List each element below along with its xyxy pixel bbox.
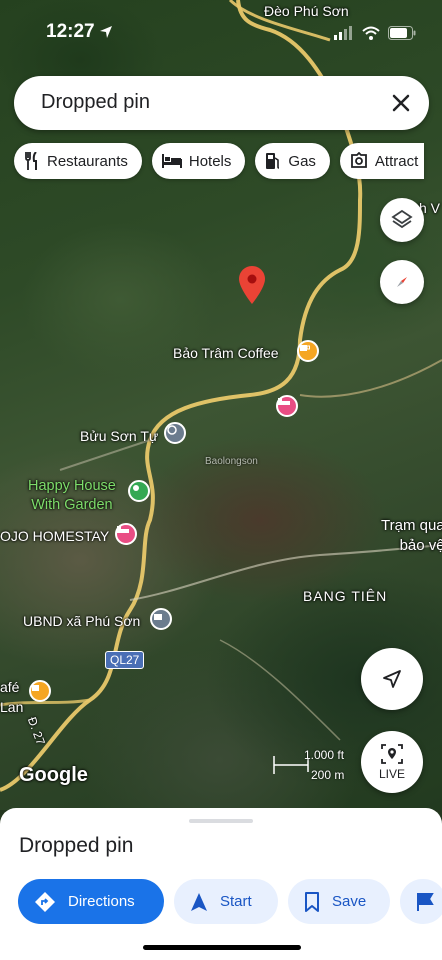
bottom-sheet[interactable]: Dropped pin Directions Start Save <box>0 808 442 960</box>
battery-icon <box>388 26 416 40</box>
flag-icon <box>417 892 434 911</box>
map-label-happy-house[interactable]: Happy House With Garden <box>28 477 116 515</box>
directions-button[interactable]: Directions <box>18 879 164 924</box>
map-label-watermark: Baolongson <box>205 456 258 467</box>
close-icon[interactable] <box>387 89 415 117</box>
wifi-icon <box>362 26 380 40</box>
map-label-cafe-lan[interactable]: afé Lan <box>0 677 23 717</box>
category-chips: Restaurants Hotels Gas Attract <box>14 143 425 179</box>
signal-icon <box>334 26 352 40</box>
chip-attractions[interactable]: Attract <box>339 143 425 179</box>
home-indicator[interactable] <box>143 945 301 950</box>
save-button[interactable]: Save <box>288 879 390 924</box>
cafe-poi-icon[interactable] <box>29 680 51 702</box>
start-label: Start <box>220 893 252 910</box>
hotel-poi-icon[interactable] <box>276 395 298 417</box>
map-label-bang-tien[interactable]: BANG TIÊN <box>303 588 387 604</box>
chip-label: Restaurants <box>47 152 128 170</box>
directions-label: Directions <box>68 893 135 910</box>
camera-icon <box>351 152 367 168</box>
my-location-button[interactable] <box>361 648 423 710</box>
google-logo: Google <box>19 764 88 786</box>
chip-hotels[interactable]: Hotels <box>151 143 246 179</box>
temple-poi-icon[interactable] <box>164 422 186 444</box>
chip-label: Attract <box>374 152 419 170</box>
layers-button[interactable] <box>380 198 424 242</box>
navigation-arrow-icon <box>383 670 401 688</box>
gas-pump-icon <box>266 153 280 169</box>
compass-button[interactable] <box>380 260 424 304</box>
scale-bar: 1.000 ft 200 m <box>272 748 354 782</box>
fork-knife-icon <box>25 152 37 170</box>
chip-label: Gas <box>288 152 316 170</box>
start-button[interactable]: Start <box>174 879 278 924</box>
scale-ft: 1.000 ft <box>304 748 345 762</box>
chip-restaurants[interactable]: Restaurants <box>14 143 142 179</box>
layers-icon <box>391 209 413 229</box>
live-view-button[interactable]: LIVE <box>361 731 423 793</box>
map-label-ubnd[interactable]: UBND xã Phú Sơn <box>23 613 140 629</box>
bookmark-icon <box>305 891 319 912</box>
scale-m: 200 m <box>311 768 345 782</box>
directions-icon <box>35 891 55 912</box>
location-arrow-icon <box>100 26 112 38</box>
search-text[interactable]: Dropped pin <box>41 91 150 114</box>
map-label-bao-tram-coffee[interactable]: Bảo Trâm Coffee <box>173 345 279 361</box>
chip-gas[interactable]: Gas <box>255 143 330 179</box>
garden-poi-icon[interactable] <box>128 480 150 502</box>
chip-label: Hotels <box>188 152 232 170</box>
save-label: Save <box>332 893 367 910</box>
flag-button[interactable] <box>400 879 442 924</box>
map-label-ojo-homestay[interactable]: OJO HOMESTAY <box>0 528 109 544</box>
live-view-icon <box>381 744 403 764</box>
route-shield-ql27: QL27 <box>105 651 145 669</box>
live-label: LIVE <box>378 767 405 781</box>
search-bar[interactable]: Dropped pin <box>14 76 429 130</box>
status-bar: 12:27 <box>0 0 442 62</box>
sheet-drag-handle[interactable] <box>189 819 253 823</box>
place-title: Dropped pin <box>19 834 134 857</box>
navigation-arrow-icon <box>191 892 207 911</box>
status-time: 12:27 <box>46 21 95 42</box>
compass-icon <box>397 277 407 287</box>
dropped-pin-marker[interactable] <box>239 266 265 304</box>
map-label-tram-qua[interactable]: Trạm qua bảo vệ <box>381 516 442 556</box>
homestay-poi-icon[interactable] <box>115 523 137 545</box>
bed-icon <box>161 154 182 168</box>
action-buttons: Directions Start Save <box>18 879 442 924</box>
map-label-buu-son-tu[interactable]: Bửu Sơn Tự <box>80 428 158 444</box>
government-poi-icon[interactable] <box>150 608 172 630</box>
cafe-poi-icon[interactable] <box>297 340 319 362</box>
